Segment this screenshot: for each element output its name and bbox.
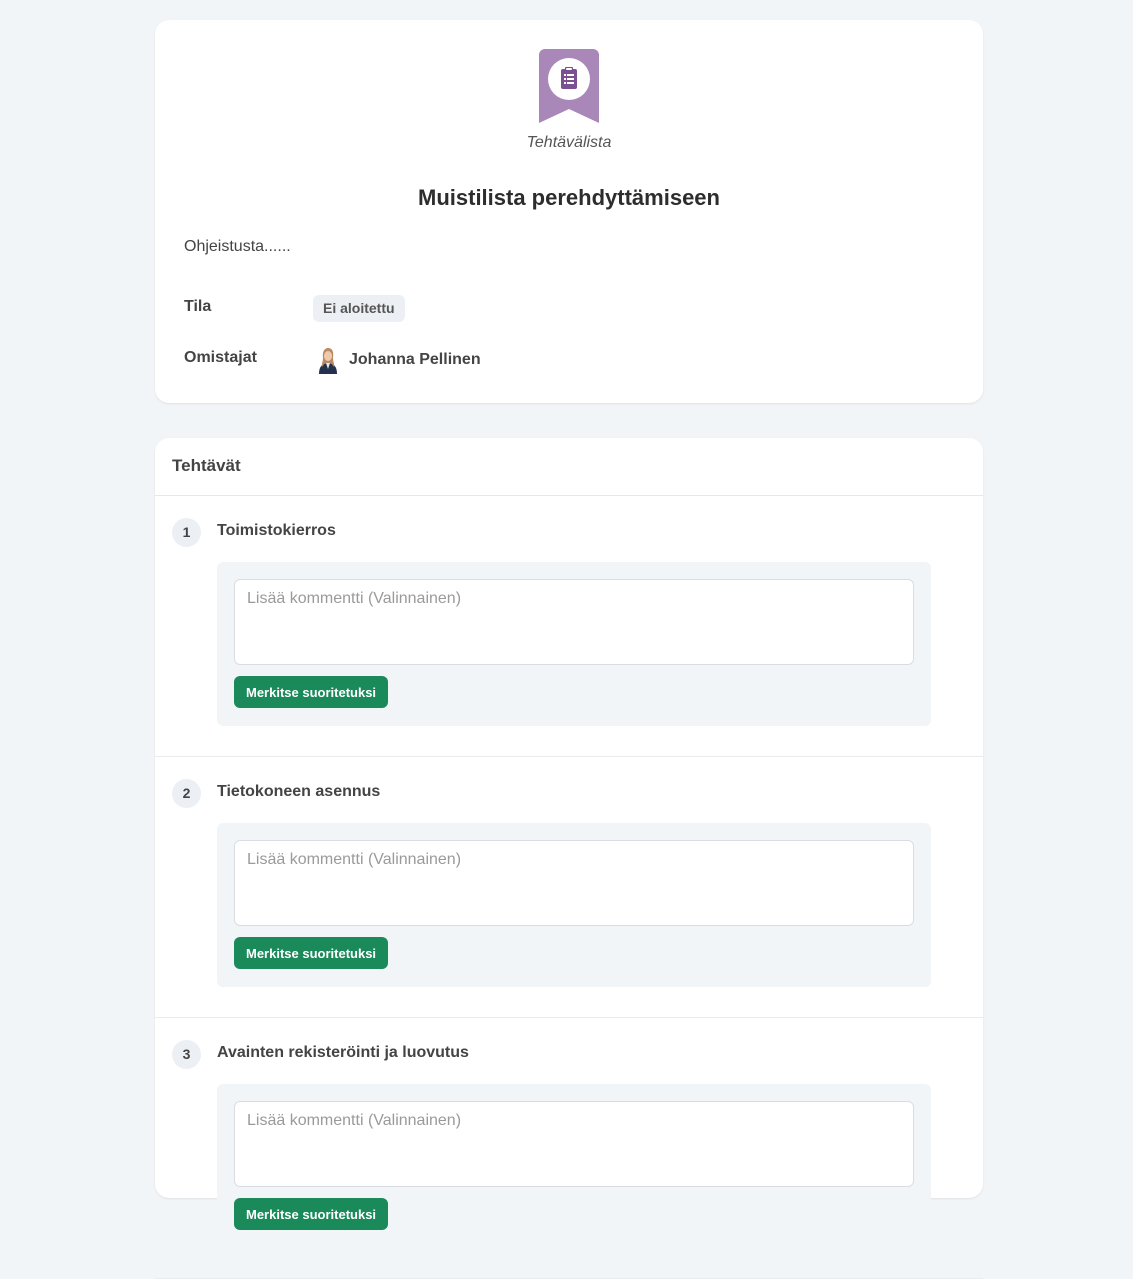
- task-panel: Merkitse suoritetuksi: [217, 1084, 931, 1248]
- task-item: 1 Toimistokierros Merkitse suoritetuksi: [155, 496, 983, 757]
- page-title: Muistilista perehdyttämiseen: [418, 185, 720, 210]
- checklist-header-card: Tehtävälista Muistilista perehdyttämisee…: [155, 20, 983, 403]
- status-badge: Ei aloitettu: [313, 295, 405, 322]
- comment-input[interactable]: [234, 579, 914, 665]
- task-title: Avainten rekisteröinti ja luovutus: [217, 1044, 469, 1061]
- task-number: 1: [172, 518, 201, 547]
- clipboard-list-icon: [539, 49, 599, 123]
- owners-label: Omistajat: [184, 349, 257, 366]
- tasks-title: Tehtävät: [172, 456, 241, 475]
- task-title: Tietokoneen asennus: [217, 783, 381, 800]
- checklist-type-label: Tehtävälista: [526, 134, 612, 151]
- task-number: 2: [172, 779, 201, 808]
- mark-complete-button[interactable]: Merkitse suoritetuksi: [234, 1198, 389, 1230]
- status-label: Tila: [184, 298, 212, 315]
- checklist-description: Ohjeistusta......: [184, 238, 291, 255]
- mark-complete-button[interactable]: Merkitse suoritetuksi: [234, 937, 389, 969]
- tasks-header: Tehtävät: [155, 438, 983, 496]
- task-item: 2 Tietokoneen asennus Merkitse suoritetu…: [155, 757, 983, 1018]
- comment-input[interactable]: [234, 1101, 914, 1187]
- task-number: 3: [172, 1040, 201, 1069]
- owner-item[interactable]: Johanna Pellinen: [315, 346, 481, 374]
- task-title: Toimistokierros: [217, 522, 336, 539]
- mark-complete-button[interactable]: Merkitse suoritetuksi: [234, 676, 389, 708]
- owner-name: Johanna Pellinen: [349, 351, 481, 368]
- comment-input[interactable]: [234, 840, 914, 926]
- avatar: [319, 348, 337, 374]
- task-item: 3 Avainten rekisteröinti ja luovutus Mer…: [155, 1018, 983, 1279]
- task-panel: Merkitse suoritetuksi: [217, 823, 931, 987]
- task-panel: Merkitse suoritetuksi: [217, 562, 931, 726]
- tasks-card: Tehtävät 1 Toimistokierros Merkitse suor…: [155, 438, 983, 1279]
